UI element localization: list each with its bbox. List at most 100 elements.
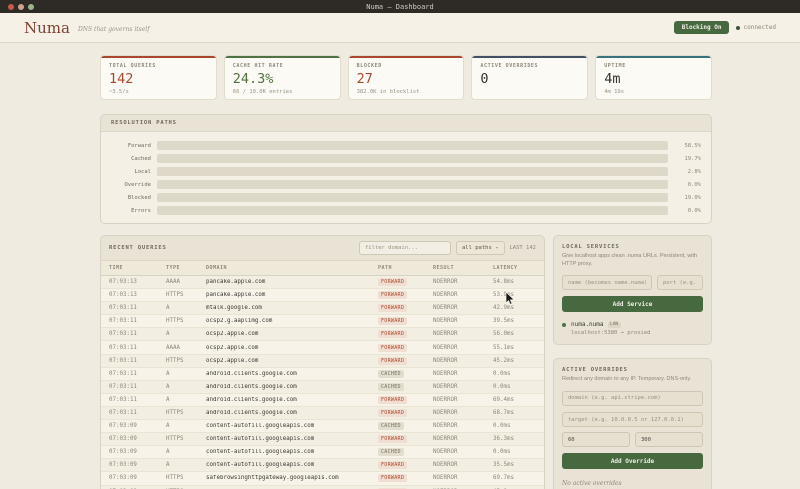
close-window-button[interactable]: [8, 4, 14, 10]
query-path: FORWARD: [378, 462, 433, 468]
query-domain: content-autofill.googleapis.com: [206, 449, 378, 455]
query-result: NOERROR: [433, 384, 493, 390]
stat-value: 27: [357, 71, 456, 87]
query-type: A: [166, 397, 206, 403]
app-logo: Numa: [24, 19, 70, 37]
query-result: NOERROR: [433, 462, 493, 468]
override-ttl-max-input[interactable]: [635, 432, 703, 447]
app-header: Numa DNS that governs itself Blocking On…: [0, 13, 800, 43]
bar-track: [157, 180, 668, 189]
query-latency: 56.0ms: [493, 331, 536, 337]
chevron-down-icon: ▾: [496, 246, 499, 251]
query-path: CACHED: [378, 384, 433, 390]
bar-label: Forward: [111, 143, 151, 149]
query-path: FORWARD: [378, 345, 433, 351]
query-result: NOERROR: [433, 397, 493, 403]
query-type: AAAA: [166, 279, 206, 285]
bar-percent: 19.7%: [674, 156, 701, 162]
query-path: FORWARD: [378, 397, 433, 403]
stats-row: TOTAL QUERIES 142 ~3.5/s CACHE HIT RATE …: [100, 55, 712, 100]
active-overrides-title: ACTIVE OVERRIDES: [562, 367, 703, 373]
main-content: TOTAL QUERIES 142 ~3.5/s CACHE HIT RATE …: [100, 55, 712, 489]
query-row: 07:03:09 A content-autofill.googleapis.c…: [101, 459, 544, 472]
active-overrides-description: Redirect any domain to any IP. Temporary…: [562, 376, 703, 384]
path-badge: FORWARD: [378, 435, 407, 443]
query-type: A: [166, 384, 206, 390]
query-result: NOERROR: [433, 358, 493, 364]
resolution-paths-chart: Forward 58.5% Cached 19.7% Local: [101, 131, 711, 223]
bar-percent: 19.0%: [674, 195, 701, 201]
path-badge: CACHED: [378, 448, 404, 456]
bar-percent: 2.8%: [674, 169, 701, 175]
query-path: FORWARD: [378, 410, 433, 416]
bar-row: Errors 0.0%: [111, 204, 701, 217]
service-name-input[interactable]: [562, 275, 652, 290]
query-domain: ocsp2.apple.com: [206, 331, 378, 337]
active-overrides-panel: ACTIVE OVERRIDES Redirect any domain to …: [553, 358, 712, 489]
query-latency: 35.5ms: [493, 462, 536, 468]
stat-card: UPTIME 4m 4m 19s: [595, 55, 712, 100]
resolution-paths-title: RESOLUTION PATHS: [111, 120, 177, 126]
column-path: PATH: [378, 265, 433, 271]
query-latency: 68.7ms: [493, 410, 536, 416]
path-badge: FORWARD: [378, 409, 407, 417]
query-type: A: [166, 331, 206, 337]
path-filter-select[interactable]: all paths ▾: [456, 241, 505, 255]
stat-accent-bar: [101, 56, 216, 58]
query-result: NOERROR: [433, 410, 493, 416]
service-port-input[interactable]: [657, 275, 703, 290]
window-titlebar: Numa — Dashboard: [0, 0, 800, 13]
query-type: HTTPS: [166, 318, 206, 324]
override-domain-input[interactable]: [562, 391, 703, 406]
header-right: Blocking On connected: [674, 21, 776, 34]
add-service-button[interactable]: Add Service: [562, 296, 703, 312]
filter-domain-input[interactable]: [359, 241, 451, 255]
ttl-inputs: [562, 432, 703, 447]
query-path: FORWARD: [378, 436, 433, 442]
query-type: HTTPS: [166, 292, 206, 298]
stat-subtext: 66 / 10.0K entries: [233, 89, 332, 95]
query-result: NOERROR: [433, 318, 493, 324]
recent-queries-title: RECENT QUERIES: [109, 245, 167, 251]
bar-row: Override 0.0%: [111, 178, 701, 191]
query-domain: android.clients.google.com: [206, 384, 378, 390]
blocking-toggle-button[interactable]: Blocking On: [674, 21, 730, 34]
zoom-window-button[interactable]: [28, 4, 34, 10]
query-time: 07:03:11: [109, 384, 166, 390]
query-path: FORWARD: [378, 305, 433, 311]
service-badge: LAN: [608, 322, 621, 328]
path-badge: CACHED: [378, 370, 404, 378]
query-result: NOERROR: [433, 371, 493, 377]
local-services-title: LOCAL SERVICES: [562, 244, 703, 250]
add-override-button[interactable]: Add Override: [562, 453, 703, 469]
query-time: 07:03:09: [109, 423, 166, 429]
override-target-input[interactable]: [562, 412, 703, 427]
column-domain: DOMAIN: [206, 265, 378, 271]
query-time: 07:03:09: [109, 436, 166, 442]
query-time: 07:03:11: [109, 345, 166, 351]
path-badge: FORWARD: [378, 330, 407, 338]
query-domain: content-autofill.googleapis.com: [206, 436, 378, 442]
stat-label: CACHE HIT RATE: [233, 63, 332, 69]
minimize-window-button[interactable]: [18, 4, 24, 10]
override-ttl-input[interactable]: [562, 432, 630, 447]
query-domain: content-autofill.googleapis.com: [206, 423, 378, 429]
query-latency: 0.0ms: [493, 384, 536, 390]
query-path: FORWARD: [378, 331, 433, 337]
query-row: 07:03:11 A android.clients.google.com FO…: [101, 394, 544, 407]
window-controls: [8, 4, 34, 10]
query-row: 07:03:11 A android.clients.google.com CA…: [101, 381, 544, 394]
stat-accent-bar: [596, 56, 711, 58]
query-row: 07:03:09 A content-autofill.googleapis.c…: [101, 420, 544, 433]
query-row: 07:03:09 HTTPS accounts.google.com FORWA…: [101, 486, 544, 489]
bar-percent: 0.0%: [674, 182, 701, 188]
query-latency: 42.9ms: [493, 305, 536, 311]
bar-label: Errors: [111, 208, 151, 214]
stat-accent-bar: [349, 56, 464, 58]
query-row: 07:03:09 A content-autofill.googleapis.c…: [101, 446, 544, 459]
query-type: HTTPS: [166, 475, 206, 481]
resolution-paths-panel: RESOLUTION PATHS Forward 58.5% Cached: [100, 114, 712, 224]
query-row: 07:03:11 AAAA ocsp2.apple.com FORWARD NO…: [101, 341, 544, 354]
stat-accent-bar: [472, 56, 587, 58]
recent-queries-panel: RECENT QUERIES all paths ▾ LAST 142 TIME…: [100, 235, 545, 489]
